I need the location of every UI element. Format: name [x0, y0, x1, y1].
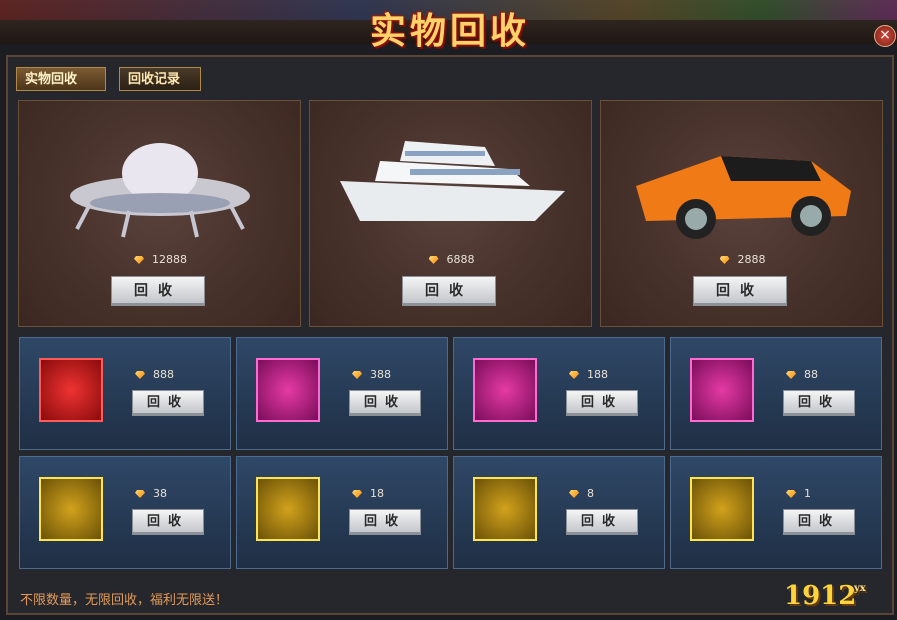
tab-recycle[interactable]: 实物回收 [16, 67, 106, 91]
price-label: 12888 [19, 253, 302, 266]
recycle-button[interactable]: 回收 [132, 509, 204, 535]
tab-recycle-records[interactable]: 回收记录 [119, 67, 201, 91]
sports-car-icon [636, 156, 851, 239]
site-logo: 1912 yx [784, 581, 866, 611]
diamond-icon [135, 371, 145, 379]
close-button[interactable]: × [874, 25, 896, 47]
ufo-icon [70, 143, 250, 238]
item-card-headphones: 188 回收 [453, 337, 665, 450]
item-card-ice-cream: 18 回收 [236, 456, 448, 569]
price-label: 2888 [601, 253, 884, 266]
price-label: 18 [352, 487, 384, 500]
fan-icon [690, 358, 754, 422]
recycle-button[interactable]: 回收 [693, 276, 787, 306]
price-label: 88 [786, 368, 818, 381]
diamond-icon [428, 256, 439, 264]
item-card-drone: 888 回收 [19, 337, 231, 450]
item-card-fan: 88 回收 [670, 337, 882, 450]
recycle-button[interactable]: 回收 [566, 509, 638, 535]
diamond-icon [786, 490, 796, 498]
recycle-button[interactable]: 回收 [111, 276, 205, 306]
recycle-button[interactable]: 回收 [402, 276, 496, 306]
price-label: 888 [135, 368, 174, 381]
price-label: 188 [569, 368, 608, 381]
soap-icon [473, 477, 537, 541]
diamond-icon [569, 371, 579, 379]
recycle-button[interactable]: 回收 [132, 390, 204, 416]
recycle-button[interactable]: 回收 [566, 390, 638, 416]
gum-icon [690, 477, 754, 541]
recycle-button[interactable]: 回收 [349, 509, 421, 535]
diamond-icon [786, 371, 796, 379]
item-card-soap: 8 回收 [453, 456, 665, 569]
big-item-card-yacht: 6888 回收 [309, 100, 592, 327]
diamond-icon [719, 256, 730, 264]
ice-cream-icon [256, 477, 320, 541]
diamond-icon [352, 371, 362, 379]
item-card-toothbrush: 388 回收 [236, 337, 448, 450]
recycle-button[interactable]: 回收 [783, 390, 855, 416]
diamond-icon [569, 490, 579, 498]
toothbrush-icon [256, 358, 320, 422]
page-title: 实物回收 [369, 10, 530, 52]
price-label: 38 [135, 487, 167, 500]
price-label: 6888 [310, 253, 593, 266]
recycle-button[interactable]: 回收 [349, 390, 421, 416]
big-item-card-ufo: 12888 回收 [18, 100, 301, 327]
drone-icon [39, 358, 103, 422]
recycle-button[interactable]: 回收 [783, 509, 855, 535]
big-item-card-sports-car: 2888 回收 [600, 100, 883, 327]
yacht-icon [340, 141, 565, 221]
diamond-icon [135, 490, 145, 498]
item-card-hair-dryer: 38 回收 [19, 456, 231, 569]
diamond-icon [352, 490, 362, 498]
price-label: 1 [786, 487, 811, 500]
diamond-icon [134, 256, 144, 264]
item-card-gum: 1 回收 [670, 456, 882, 569]
hair-dryer-icon [39, 477, 103, 541]
price-label: 388 [352, 368, 391, 381]
footer-promo-text: 不限数量，无限回收，福利无限送！ [20, 593, 229, 608]
price-label: 8 [569, 487, 594, 500]
close-icon: × [879, 27, 891, 43]
headphones-icon [473, 358, 537, 422]
